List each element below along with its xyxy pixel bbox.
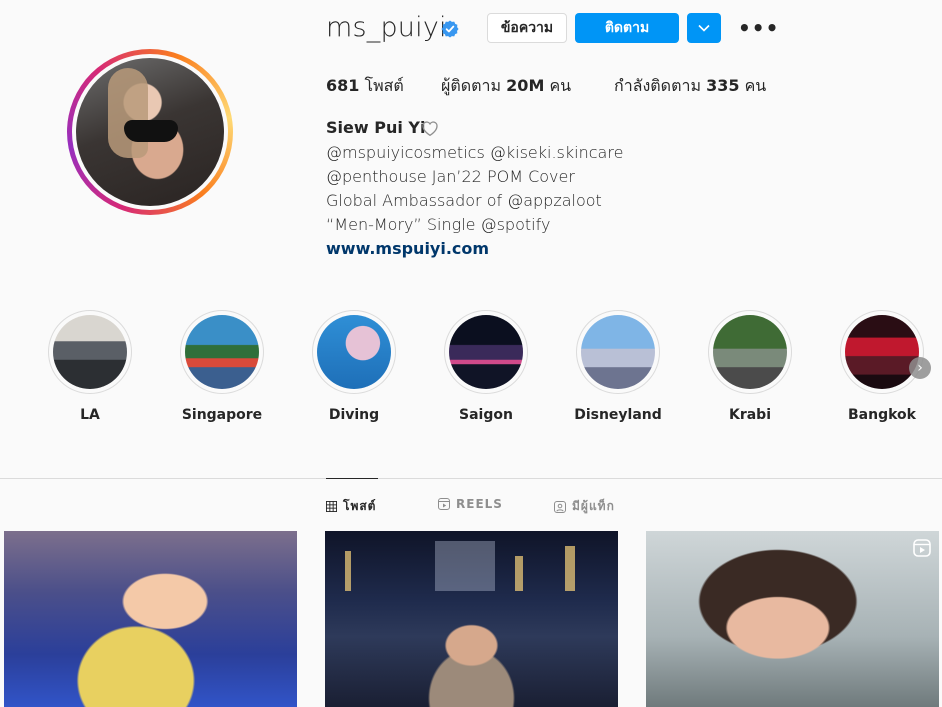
highlight-saigon[interactable]: Saigon bbox=[444, 310, 528, 423]
highlight-label: Krabi bbox=[728, 407, 772, 423]
reels-icon bbox=[913, 539, 931, 557]
highlight-la-photo bbox=[53, 315, 127, 389]
highlight-bangkok[interactable]: Bangkok bbox=[840, 310, 924, 423]
tab-tagged[interactable]: มีผู้แท็ก bbox=[554, 497, 615, 516]
tab-reels[interactable]: REELS bbox=[438, 497, 503, 511]
bio-website-link[interactable]: www.mspuiyi.com bbox=[326, 239, 489, 258]
bio-line: Global Ambassador of @appzaloot bbox=[326, 191, 602, 210]
verified-badge-icon bbox=[441, 20, 459, 38]
highlight-bangkok-photo bbox=[845, 315, 919, 389]
highlight-singapore[interactable]: Singapore bbox=[180, 310, 264, 423]
highlight-label: LA bbox=[80, 407, 100, 423]
highlight-saigon-photo bbox=[449, 315, 523, 389]
profile-avatar-ring[interactable] bbox=[67, 49, 233, 215]
post-thumbnail[interactable] bbox=[325, 531, 618, 707]
highlight-disneyland-photo bbox=[581, 315, 655, 389]
highlight-label: Saigon bbox=[459, 407, 513, 423]
suggested-accounts-button[interactable] bbox=[687, 13, 721, 43]
post-thumbnail[interactable] bbox=[646, 531, 939, 707]
highlight-label: Disneyland bbox=[574, 407, 662, 423]
highlight-label: Singapore bbox=[181, 407, 263, 423]
active-tab-indicator bbox=[326, 478, 378, 479]
tabs-divider bbox=[0, 478, 942, 479]
more-options-icon[interactable]: ••• bbox=[738, 16, 779, 40]
profile-username: ms_puiyi bbox=[326, 12, 447, 43]
highlight-diving[interactable]: Diving bbox=[312, 310, 396, 423]
reels-icon bbox=[438, 498, 450, 510]
post-thumbnail[interactable] bbox=[4, 531, 297, 707]
bio-line: “Men-Mory” Single @spotify bbox=[326, 215, 551, 234]
grid-icon bbox=[326, 501, 337, 512]
highlight-diving-photo bbox=[317, 315, 391, 389]
following-count[interactable]: กำลังติดตาม 335 คน bbox=[614, 74, 766, 99]
highlight-label: Bangkok bbox=[848, 407, 916, 423]
bio-line: @mspuiyicosmetics @kiseki.skincare bbox=[326, 143, 624, 162]
chevron-right-icon[interactable]: › bbox=[909, 357, 931, 379]
bio-full-name: Siew Pui Yi bbox=[326, 118, 426, 137]
chevron-down-icon bbox=[698, 24, 710, 32]
bio-line: @penthouse Jan’22 POM Cover bbox=[326, 167, 575, 186]
message-button[interactable]: ข้อความ bbox=[487, 13, 567, 43]
highlight-krabi-photo bbox=[713, 315, 787, 389]
highlight-label: Diving bbox=[328, 407, 380, 423]
heart-icon bbox=[422, 121, 438, 137]
tab-posts[interactable]: โพสต์ bbox=[326, 497, 376, 516]
follow-button[interactable]: ติดตาม bbox=[575, 13, 679, 43]
highlight-krabi[interactable]: Krabi bbox=[708, 310, 792, 423]
highlight-la[interactable]: LA bbox=[48, 310, 132, 423]
posts-count: 681 โพสต์ bbox=[326, 76, 404, 95]
tagged-icon bbox=[554, 500, 566, 513]
highlight-disneyland[interactable]: Disneyland bbox=[574, 310, 662, 423]
followers-count[interactable]: ผู้ติดตาม 20M คน bbox=[441, 74, 571, 99]
profile-avatar[interactable] bbox=[76, 58, 224, 206]
highlight-singapore-photo bbox=[185, 315, 259, 389]
